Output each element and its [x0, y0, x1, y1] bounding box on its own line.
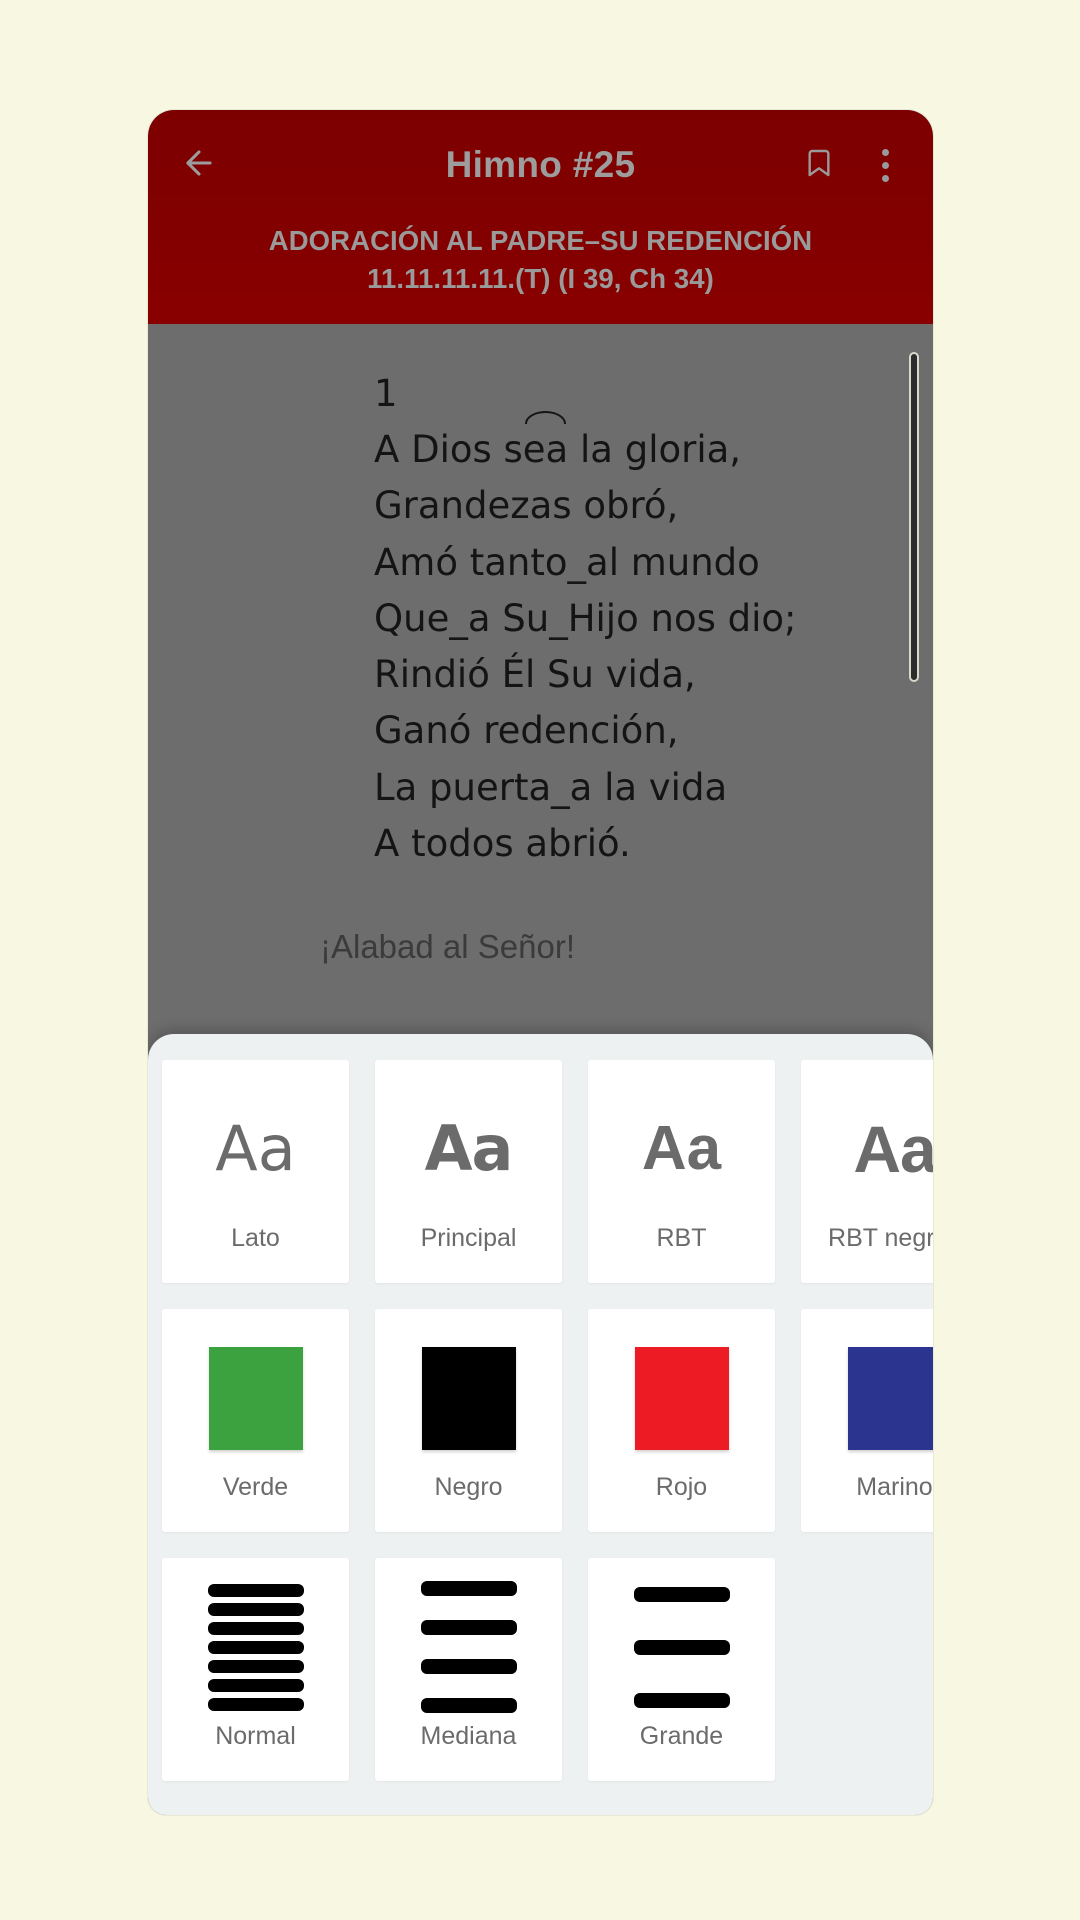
lyrics-refrain: ¡Alabad al Señor!	[320, 927, 575, 965]
font-sample-text: Aa	[424, 1112, 514, 1185]
size-options-row: Normal Mediana Grande	[148, 1558, 933, 1781]
size-option-normal[interactable]: Normal	[162, 1558, 349, 1781]
lyric-line-1-post: la gloria,	[568, 428, 742, 472]
lyric-line-5: Rindió Él Su vida,	[374, 653, 696, 697]
bookmark-button[interactable]	[793, 139, 845, 191]
color-swatch	[847, 1346, 933, 1450]
color-preview	[375, 1309, 562, 1473]
hymn-subtitle: ADORACIÓN AL PADRE–SU REDENCIÓN 11.11.11…	[148, 202, 933, 324]
settings-bottom-sheet: Aa Lato Aa Principal Aa RBT Aa RBT negr …	[148, 1034, 933, 1815]
hymn-subtitle-line2: 11.11.11.11.(T) (I 39, Ch 34)	[367, 262, 714, 294]
font-option-label: Lato	[231, 1224, 280, 1252]
color-option-label: Marino	[856, 1473, 933, 1501]
size-preview	[588, 1558, 775, 1722]
font-preview: Aa	[588, 1060, 775, 1224]
font-option-lato[interactable]: Aa Lato	[162, 1060, 349, 1283]
font-sample-text: Aa	[641, 1114, 722, 1183]
size-preview	[162, 1558, 349, 1722]
more-vertical-icon	[881, 148, 889, 182]
back-button[interactable]	[170, 136, 228, 194]
font-option-label: Principal	[420, 1224, 517, 1252]
color-swatch	[634, 1346, 729, 1450]
font-option-principal[interactable]: Aa Principal	[375, 1060, 562, 1283]
line-spacing-normal-icon	[207, 1583, 304, 1711]
font-preview: Aa	[801, 1060, 933, 1224]
font-option-label: RBT negrita	[828, 1224, 933, 1252]
size-option-mediana[interactable]: Mediana	[375, 1558, 562, 1781]
lyric-line-1-tie: ea	[523, 410, 568, 478]
color-option-rojo[interactable]: Rojo	[588, 1309, 775, 1532]
font-option-rbt-negrita[interactable]: Aa RBT negrita	[801, 1060, 933, 1283]
font-options-row: Aa Lato Aa Principal Aa RBT Aa RBT negr	[148, 1060, 933, 1283]
color-swatch	[421, 1346, 516, 1450]
color-preview	[801, 1309, 933, 1473]
size-row-empty-slot	[801, 1558, 933, 1781]
lyric-line-2: Grandezas obró,	[374, 484, 679, 528]
font-preview: Aa	[375, 1060, 562, 1224]
hymn-subtitle-line1: ADORACIÓN AL PADRE–SU REDENCIÓN	[268, 225, 813, 256]
overflow-menu-button[interactable]	[859, 139, 911, 191]
lyric-line-3: Amó tanto_al mundo	[374, 540, 760, 584]
size-option-grande[interactable]: Grande	[588, 1558, 775, 1781]
app-screen: Himno #25 ADORACIÓN AL PADRE–SU REDENCIÓ…	[0, 0, 1080, 1920]
line-spacing-grande-icon	[633, 1586, 730, 1708]
size-option-label: Mediana	[420, 1722, 517, 1750]
lyric-line-1-pre: A Dios s	[374, 428, 523, 472]
size-preview	[375, 1558, 562, 1722]
font-preview: Aa	[162, 1060, 349, 1224]
app-bar: Himno #25 ADORACIÓN AL PADRE–SU REDENCIÓ…	[148, 110, 933, 324]
font-sample-text: Aa	[853, 1112, 933, 1186]
color-option-verde[interactable]: Verde	[162, 1309, 349, 1532]
color-swatch	[208, 1346, 303, 1450]
arrow-left-icon	[180, 144, 218, 187]
font-sample-text: Aa	[215, 1112, 296, 1185]
color-option-label: Verde	[222, 1473, 289, 1501]
color-option-label: Negro	[434, 1473, 503, 1501]
lyric-line-1: A Dios sea la gloria,	[374, 410, 893, 478]
color-option-label: Rojo	[655, 1473, 708, 1501]
vertical-scrollbar[interactable]	[909, 351, 919, 682]
lyric-line-7: La puerta_a la vida	[374, 765, 728, 809]
phone-frame: Himno #25 ADORACIÓN AL PADRE–SU REDENCIÓ…	[148, 110, 933, 1815]
lyrics-text: 1 A Dios sea la gloria, Grandezas obró, …	[148, 366, 933, 872]
font-option-label: RBT	[656, 1224, 707, 1252]
lyric-line-4: Que_a Su_Hijo nos dio;	[374, 596, 797, 640]
lyric-line-6: Ganó redención,	[374, 709, 679, 753]
stanza-number: 1	[374, 371, 398, 415]
size-option-label: Grande	[639, 1722, 724, 1750]
bookmark-icon	[803, 147, 835, 184]
line-spacing-mediana-icon	[420, 1581, 517, 1713]
color-preview	[588, 1309, 775, 1473]
app-bar-actions	[793, 139, 911, 191]
color-option-negro[interactable]: Negro	[375, 1309, 562, 1532]
color-preview	[162, 1309, 349, 1473]
font-option-rbt[interactable]: Aa RBT	[588, 1060, 775, 1283]
size-option-label: Normal	[215, 1722, 296, 1750]
app-bar-top-row: Himno #25	[148, 128, 933, 202]
color-options-row: Verde Negro Rojo Marino	[148, 1309, 933, 1532]
lyric-line-8: A todos abrió.	[374, 821, 631, 865]
color-option-marino[interactable]: Marino	[801, 1309, 933, 1532]
